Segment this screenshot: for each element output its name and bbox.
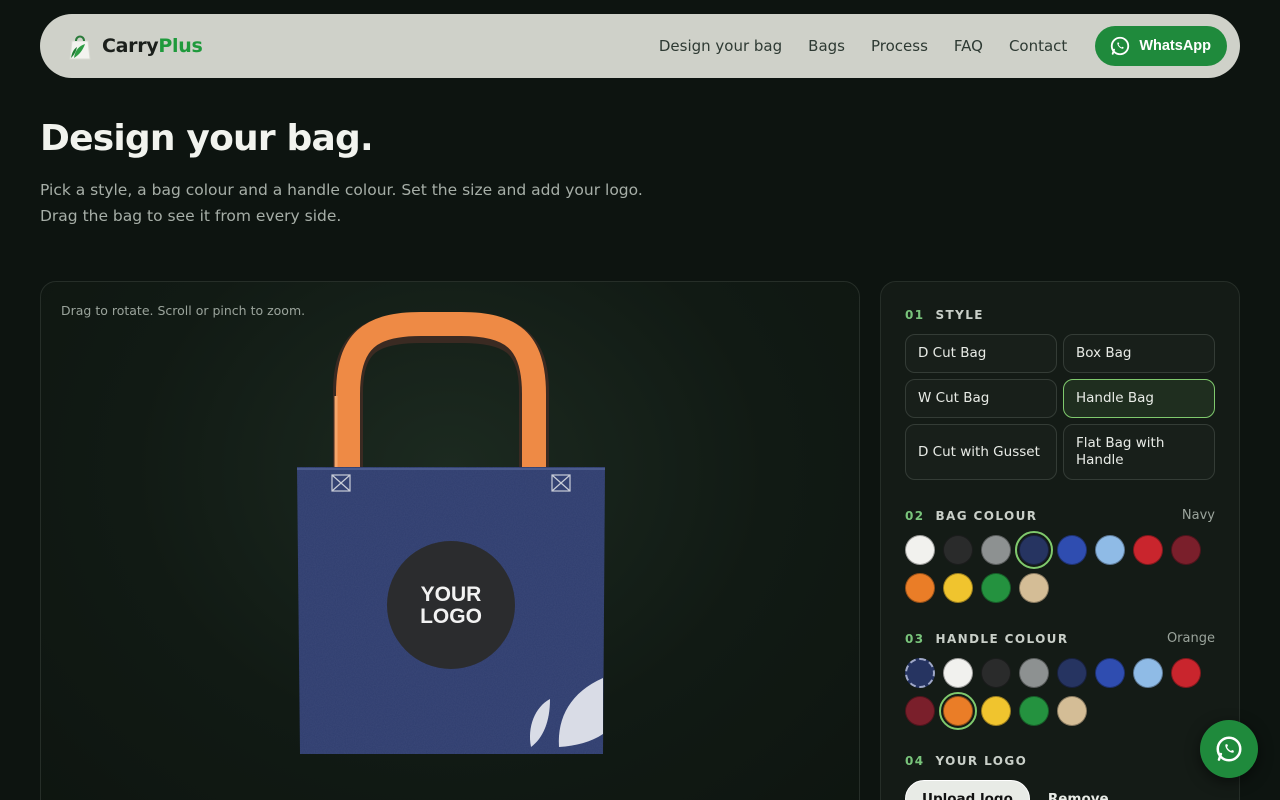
page-title: Design your bag. — [40, 118, 374, 159]
style-option-d-cut-bag[interactable]: D Cut Bag — [905, 334, 1057, 373]
handle-inner-edge — [333, 313, 549, 485]
nav-link-process[interactable]: Process — [871, 37, 928, 55]
handle-colour-swatch-7[interactable] — [1171, 658, 1201, 688]
nav-link-bags[interactable]: Bags — [808, 37, 845, 55]
section-handle-colour-header: 03 HANDLE COLOUR Orange — [905, 631, 1215, 646]
shopping-bag-leaf-icon — [69, 35, 91, 60]
bag-colour-swatch-4[interactable] — [1057, 535, 1087, 565]
style-option-flat-bag-handle[interactable]: Flat Bag with Handle — [1063, 424, 1215, 480]
handle-colour-swatch-4[interactable] — [1057, 658, 1087, 688]
brand-name: CarryPlus — [102, 35, 203, 57]
remove-logo-button[interactable]: Remove — [1040, 780, 1117, 800]
top-nav: CarryPlus Design your bag Bags Process F… — [40, 14, 1240, 78]
bag-colour-swatch-7[interactable] — [1171, 535, 1201, 565]
logo-text-line2: LOGO — [420, 605, 482, 628]
handle-colour-swatch-11[interactable] — [1019, 696, 1049, 726]
nav-link-faq[interactable]: FAQ — [954, 37, 983, 55]
style-options: D Cut Bag Box Bag W Cut Bag Handle Bag D… — [905, 334, 1215, 480]
upload-logo-button[interactable]: Upload logo — [905, 780, 1030, 800]
bag-colour-swatches — [905, 531, 1215, 603]
section-logo-header: 04 YOUR LOGO — [905, 754, 1028, 768]
bag-colour-value: Navy — [1181, 508, 1215, 523]
style-option-w-cut-bag[interactable]: W Cut Bag — [905, 379, 1057, 418]
handle-colour-value: Orange — [1166, 631, 1215, 646]
handle-colour-swatch-5[interactable] — [1095, 658, 1125, 688]
style-option-d-cut-gusset[interactable]: D Cut with Gusset — [905, 424, 1057, 480]
nav-links: Design your bag Bags Process FAQ Contact — [659, 37, 1067, 55]
bag-colour-swatch-1[interactable] — [943, 535, 973, 565]
bag-colour-swatch-2[interactable] — [981, 535, 1011, 565]
bag-3d-viewer[interactable]: Drag to rotate. Scroll or pinch to zoom.… — [40, 281, 860, 800]
viewer-hint: Drag to rotate. Scroll or pinch to zoom. — [61, 303, 306, 318]
handle-colour-swatch-12[interactable] — [1057, 696, 1087, 726]
whatsapp-icon — [1216, 736, 1242, 762]
handle-colour-swatch-3[interactable] — [1019, 658, 1049, 688]
section-bag-colour-header: 02 BAG COLOUR Navy — [905, 508, 1215, 523]
handle-colour-swatch-9[interactable] — [939, 692, 977, 730]
handle-colour-swatch-0[interactable] — [905, 658, 935, 688]
section-style-header: 01 STYLE — [905, 308, 984, 322]
style-option-handle-bag[interactable]: Handle Bag — [1063, 379, 1215, 418]
bag-colour-swatch-5[interactable] — [1095, 535, 1125, 565]
bag-colour-swatch-6[interactable] — [1133, 535, 1163, 565]
handle-colour-swatch-2[interactable] — [981, 658, 1011, 688]
handle-colour-swatch-6[interactable] — [1133, 658, 1163, 688]
whatsapp-icon — [1111, 36, 1130, 56]
bag-colour-swatch-10[interactable] — [981, 573, 1011, 603]
bag-colour-swatch-3[interactable] — [1015, 531, 1053, 569]
logo-actions: Upload logo Remove — [905, 780, 1215, 800]
bag-colour-swatch-11[interactable] — [1019, 573, 1049, 603]
whatsapp-button-label: WhatsApp — [1139, 38, 1211, 54]
brand-logo[interactable]: CarryPlus — [66, 31, 203, 61]
bag-preview[interactable]: YOUR LOGO — [291, 302, 611, 762]
bag-colour-swatch-0[interactable] — [905, 535, 935, 565]
style-option-box-bag[interactable]: Box Bag — [1063, 334, 1215, 373]
nav-link-design[interactable]: Design your bag — [659, 37, 782, 55]
config-panel: 01 STYLE D Cut Bag Box Bag W Cut Bag Hand… — [880, 281, 1240, 800]
handle-colour-swatch-8[interactable] — [905, 696, 935, 726]
whatsapp-floating-button[interactable] — [1200, 720, 1258, 778]
handle-colour-swatch-10[interactable] — [981, 696, 1011, 726]
handle-colour-swatches — [905, 658, 1215, 730]
whatsapp-button[interactable]: WhatsApp — [1095, 26, 1227, 66]
nav-link-contact[interactable]: Contact — [1009, 37, 1067, 55]
logo-text-line1: YOUR — [421, 583, 482, 606]
bag-colour-swatch-8[interactable] — [905, 573, 935, 603]
bag-colour-swatch-9[interactable] — [943, 573, 973, 603]
handle-colour-swatch-1[interactable] — [943, 658, 973, 688]
page-subtitle: Pick a style, a bag colour and a handle … — [40, 181, 643, 225]
